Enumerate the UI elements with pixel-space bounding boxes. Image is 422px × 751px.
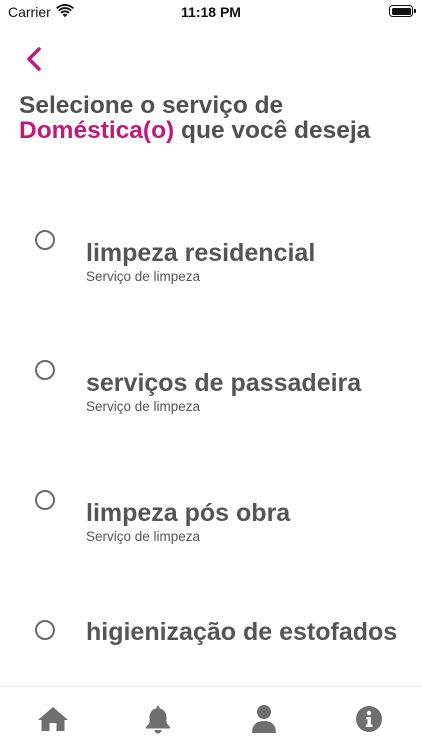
radio-button[interactable] [35,490,55,510]
service-option[interactable]: limpeza residencial Serviço de limpeza [0,220,422,320]
service-subtitle: Serviço de limpeza [86,399,200,414]
service-list: limpeza residencial Serviço de limpeza s… [0,0,422,666]
radio-button[interactable] [35,620,55,640]
user-icon [250,704,278,734]
tab-bar [0,686,422,751]
service-title: limpeza residencial [86,241,406,266]
service-title: limpeza pós obra [86,501,406,526]
service-option[interactable]: limpeza pós obra Serviço de limpeza [0,480,422,580]
service-option[interactable]: higienização de estofados [0,610,422,666]
service-title: serviços de passadeira [86,371,406,396]
info-icon [355,705,383,733]
home-icon [36,705,70,733]
tab-profile[interactable] [211,687,317,751]
radio-button[interactable] [35,230,55,250]
tab-notifications[interactable] [106,687,212,751]
service-title: higienização de estofados [86,620,406,645]
tab-home[interactable] [0,687,106,751]
service-subtitle: Serviço de limpeza [86,529,200,544]
service-subtitle: Serviço de limpeza [86,269,200,284]
service-option[interactable]: serviços de passadeira Serviço de limpez… [0,350,422,450]
radio-button[interactable] [35,360,55,380]
bell-icon [145,704,171,734]
tab-info[interactable] [317,687,422,751]
